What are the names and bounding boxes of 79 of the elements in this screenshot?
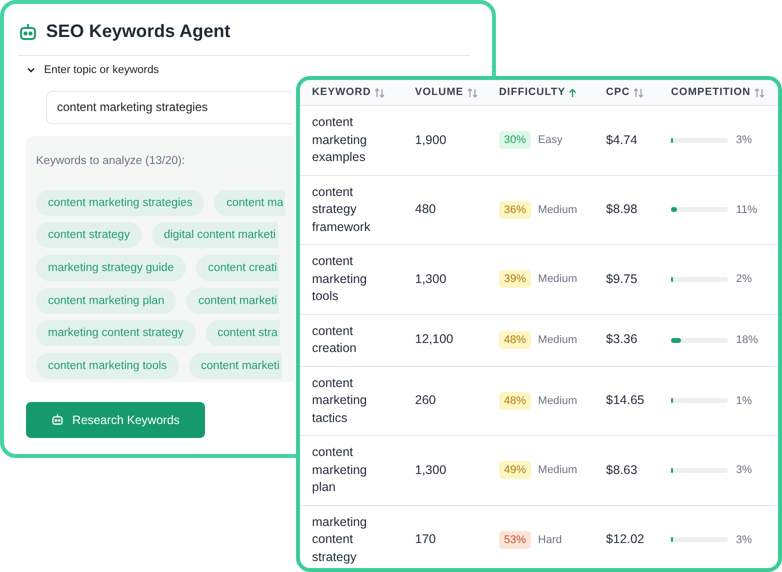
cpc-cell-text: $8.98 bbox=[606, 201, 638, 218]
column-header[interactable]: KEYWORD bbox=[312, 84, 415, 100]
sort-icon bbox=[466, 88, 478, 98]
column-header[interactable]: DIFFICULTY bbox=[499, 84, 606, 100]
keyword-chip[interactable]: content stra bbox=[206, 320, 280, 346]
volume-cell-text: 480 bbox=[415, 201, 437, 218]
column-header[interactable]: VOLUME bbox=[415, 84, 499, 100]
competition-value: 11% bbox=[736, 202, 758, 218]
competition-value: 1% bbox=[736, 394, 752, 408]
keywords-count-label: Keywords to analyze (13/20): bbox=[36, 154, 185, 168]
keyword-cell-text: content marketing examples bbox=[312, 114, 368, 166]
keyword-chip[interactable]: content marketing strategies bbox=[36, 190, 204, 216]
keyword-cell-text: content marketing tools bbox=[312, 253, 368, 305]
volume-cell-text: 1,900 bbox=[415, 132, 448, 148]
competition-value: 18% bbox=[736, 332, 758, 348]
competition-value: 3% bbox=[736, 463, 752, 478]
competition-value: 3% bbox=[736, 532, 752, 548]
competition-value: 2% bbox=[736, 272, 752, 287]
difficulty-badge: 48% bbox=[499, 392, 532, 410]
cpc-cell-text: $4.74 bbox=[606, 132, 638, 148]
volume-cell-text: 12,100 bbox=[415, 331, 454, 348]
keyword-chip[interactable]: content strategy bbox=[36, 222, 142, 248]
competition-bar bbox=[671, 138, 728, 143]
volume-cell-text: 1,300 bbox=[415, 270, 448, 288]
keyword-chip[interactable]: content marketi bbox=[186, 288, 279, 314]
sort-icon bbox=[632, 88, 644, 98]
panel-title: SEO Keywords Agent bbox=[46, 20, 230, 43]
difficulty-badge: 49% bbox=[499, 461, 532, 480]
volume-cell-text: 170 bbox=[415, 531, 437, 548]
chevron-down-icon[interactable] bbox=[26, 65, 36, 76]
keyword-chip[interactable]: content marketing plan bbox=[36, 288, 176, 314]
difficulty-badge: 53% bbox=[499, 530, 532, 549]
cpc-cell-text: $3.36 bbox=[606, 331, 638, 348]
cpc-cell-text: $9.75 bbox=[606, 270, 638, 288]
competition-bar bbox=[671, 276, 728, 282]
keyword-cell-text: content marketing tactics bbox=[312, 374, 368, 426]
keyword-cell-text: content creation bbox=[312, 322, 358, 357]
keyword-cell-text: marketing content strategy bbox=[312, 514, 368, 566]
keyword-cell-text: content strategy framework bbox=[312, 184, 372, 236]
sort-icon bbox=[374, 88, 386, 98]
competition-bar bbox=[671, 207, 728, 212]
sort-icon bbox=[754, 88, 765, 98]
keyword-chip[interactable]: marketing content strategy bbox=[36, 320, 196, 346]
difficulty-badge: 39% bbox=[499, 270, 532, 288]
topic-input[interactable]: content marketing strategies bbox=[46, 90, 292, 124]
competition-bar bbox=[671, 338, 728, 342]
cpc-cell-text: $12.02 bbox=[606, 531, 646, 548]
cpc-cell-text: $14.65 bbox=[606, 392, 646, 409]
difficulty-label: Medium bbox=[538, 463, 578, 478]
robot-icon bbox=[51, 413, 64, 426]
cpc-cell-text: $8.63 bbox=[606, 462, 638, 478]
sort-ascending-icon bbox=[568, 88, 578, 98]
column-header[interactable]: CPC bbox=[606, 84, 671, 100]
column-header[interactable]: COMPETITION bbox=[671, 84, 778, 100]
difficulty-label: Hard bbox=[538, 532, 562, 548]
competition-value: 3% bbox=[736, 133, 752, 148]
keyword-chip[interactable]: content marketi bbox=[188, 352, 282, 379]
section-label: Enter topic or keywords bbox=[44, 63, 159, 78]
difficulty-badge: 48% bbox=[499, 331, 532, 349]
competition-bar bbox=[671, 398, 728, 404]
volume-cell-text: 1,300 bbox=[415, 462, 448, 478]
volume-cell-text: 260 bbox=[415, 392, 437, 409]
difficulty-label: Medium bbox=[538, 332, 578, 348]
difficulty-label: Medium bbox=[538, 202, 578, 218]
keyword-chip[interactable]: content marketing tools bbox=[36, 352, 179, 379]
competition-bar bbox=[671, 468, 728, 473]
competition-bar bbox=[671, 537, 728, 542]
research-button[interactable]: Research Keywords bbox=[26, 402, 205, 438]
keyword-chip[interactable]: marketing strategy guide bbox=[36, 254, 186, 281]
keyword-chip[interactable]: digital content marketi bbox=[152, 222, 278, 248]
difficulty-badge: 36% bbox=[499, 200, 532, 219]
keyword-chip[interactable]: content creati bbox=[196, 254, 279, 281]
difficulty-label: Easy bbox=[538, 133, 562, 148]
robot-icon bbox=[18, 22, 38, 42]
difficulty-label: Medium bbox=[538, 272, 578, 287]
difficulty-badge: 30% bbox=[499, 131, 532, 150]
keyword-chip[interactable]: content ma bbox=[214, 190, 286, 216]
difficulty-label: Medium bbox=[538, 394, 578, 408]
keyword-cell-text: content marketing plan bbox=[312, 444, 368, 496]
